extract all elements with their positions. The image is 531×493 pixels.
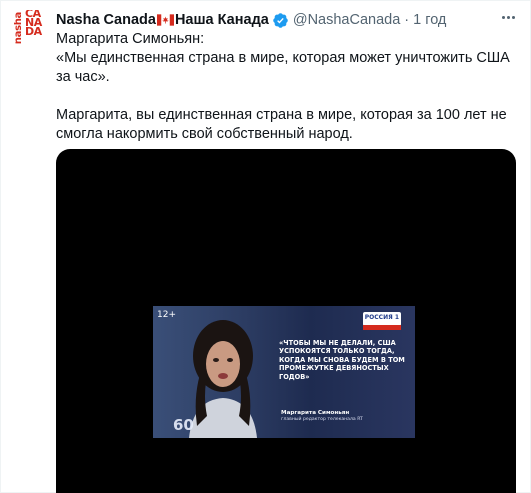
age-rating: 12+ — [157, 310, 176, 320]
separator-dot: · — [404, 12, 410, 28]
speaker-figure — [189, 320, 257, 438]
verified-badge-icon — [273, 12, 288, 28]
video-frame: 12+ РОССИЯ 1 «Чтобы мы не делали, США ус… — [153, 306, 415, 438]
speaker-role: главный редактор телеканала RT — [281, 417, 363, 422]
quote-caption: «Чтобы мы не делали, США успокоятся толь… — [279, 339, 405, 381]
timestamp[interactable]: 1 год — [413, 12, 446, 28]
handle[interactable]: @NashaCanada — [293, 12, 400, 28]
display-name-ru[interactable]: Наша Канада — [175, 12, 269, 28]
tweet-line-1: Маргарита Симоньян: — [56, 31, 205, 47]
avatar-text-big: CA NA DA — [25, 10, 42, 38]
tweet-line-3: Маргарита, вы единственная страна в мире… — [56, 107, 507, 142]
canada-flag-icon — [156, 14, 174, 26]
display-name[interactable]: Nasha Canada — [56, 12, 156, 28]
show-logo: 60 — [173, 416, 194, 434]
speaker-name: Маргарита Симоньян — [281, 410, 350, 416]
more-options-icon[interactable] — [497, 6, 519, 28]
tweet-header: Nasha Canada Наша Канада @NashaCanada · … — [56, 10, 446, 30]
avatar-text-small: nasha — [14, 12, 24, 45]
channel-label: РОССИЯ 1 — [364, 314, 399, 321]
tweet-text: Маргарита Симоньян: «Мы единственная стр… — [56, 30, 516, 144]
avatar[interactable]: nasha CA NA DA — [14, 10, 54, 54]
tweet-line-2: «Мы единственная страна в мире, которая … — [56, 50, 510, 85]
